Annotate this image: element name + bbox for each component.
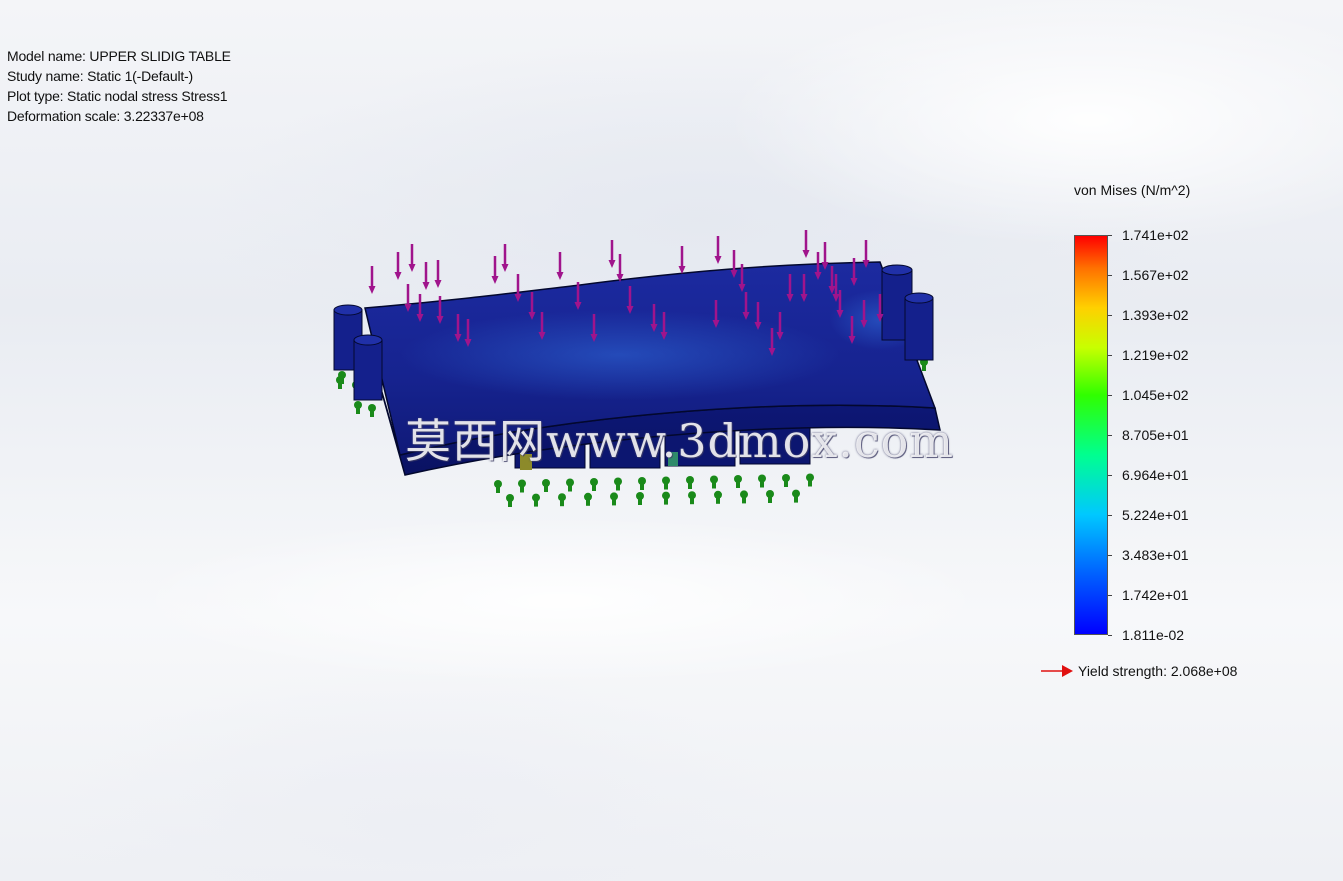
model-name-label: Model name: UPPER SLIDIG TABLE — [7, 48, 231, 64]
fixture-marker — [558, 493, 566, 507]
fixture-marker — [610, 492, 618, 506]
fixture-marker — [494, 480, 502, 493]
load-arrow — [616, 254, 624, 282]
load-arrow — [422, 262, 430, 290]
legend-title: von Mises (N/m^2) — [1074, 182, 1191, 198]
legend-tick-mark — [1108, 315, 1112, 316]
fixture-marker — [740, 490, 748, 504]
fixture-marker — [336, 376, 344, 389]
legend-tick-label: 1.742e+01 — [1122, 587, 1189, 603]
load-arrow — [434, 260, 442, 288]
fixture-marker — [614, 477, 622, 491]
study-info: Model name: UPPER SLIDIG TABLE Study nam… — [7, 46, 231, 126]
fixture-marker — [714, 490, 722, 504]
legend-tick-mark — [1108, 275, 1112, 276]
fixture-marker — [734, 475, 742, 488]
fixture-marker — [686, 476, 694, 489]
legend-tick-label: 1.741e+02 — [1122, 227, 1189, 243]
yield-arrow-icon — [1041, 665, 1073, 677]
fixture-marker — [662, 476, 670, 490]
fixture-marker — [532, 493, 540, 507]
legend-tick-mark — [1108, 235, 1112, 236]
legend-colorbar — [1074, 235, 1108, 635]
load-arrow — [678, 246, 686, 274]
load-arrow — [608, 240, 616, 268]
legend-tick-mark — [1108, 435, 1112, 436]
legend-tick-label: 3.483e+01 — [1122, 547, 1189, 563]
load-arrow — [714, 236, 722, 264]
plot-type-label: Plot type: Static nodal stress Stress1 — [7, 88, 228, 104]
fixture-marker — [758, 474, 766, 488]
fixture-marker — [542, 479, 550, 492]
fixture-marker — [368, 404, 376, 417]
legend-tick-mark — [1108, 355, 1112, 356]
legend-tick-label: 6.964e+01 — [1122, 467, 1189, 483]
deformation-scale-label: Deformation scale: 3.22337e+08 — [7, 108, 204, 124]
load-arrow — [394, 252, 402, 280]
legend-tick-mark — [1108, 475, 1112, 476]
legend-tick-mark — [1108, 555, 1112, 556]
stress-legend: von Mises (N/m^2) 1.741e+02 1.567e+02 1.39… — [1040, 180, 1270, 700]
load-arrow — [491, 256, 499, 284]
legend-tick-label: 1.567e+02 — [1122, 267, 1189, 283]
legend-tick-label: 8.705e+01 — [1122, 427, 1189, 443]
legend-tick-label: 1.811e-02 — [1122, 627, 1185, 643]
fixture-marker — [688, 491, 696, 505]
load-arrow — [408, 244, 416, 272]
stress-plot-model — [333, 230, 941, 507]
load-arrow — [802, 230, 810, 258]
fixture-marker — [506, 494, 514, 507]
yield-strength-marker: Yield strength: 2.068e+08 — [1040, 661, 1237, 681]
load-arrow — [556, 252, 564, 280]
fixture-marker — [584, 492, 592, 506]
legend-tick-mark — [1108, 515, 1112, 516]
legend-tick-mark — [1108, 595, 1112, 596]
legend-tick-mark — [1108, 635, 1112, 636]
fixture-marker — [792, 489, 800, 503]
fixture-marker — [590, 478, 598, 491]
fixture-marker — [662, 491, 670, 505]
fixture-marker — [354, 401, 362, 414]
study-name-label: Study name: Static 1(-Default-) — [7, 68, 193, 84]
fixture-marker — [806, 473, 814, 487]
legend-tick-mark — [1108, 395, 1112, 396]
fixture-marker — [782, 474, 790, 487]
yield-strength-label: Yield strength: 2.068e+08 — [1078, 663, 1238, 679]
fixture-marker — [766, 490, 774, 503]
fixture-marker — [638, 477, 646, 490]
fixture-marker — [710, 475, 718, 489]
load-arrow — [368, 266, 376, 294]
fixture-marker — [636, 492, 644, 505]
legend-tick-label: 1.219e+02 — [1122, 347, 1189, 363]
load-arrow — [501, 244, 509, 272]
fixture-marker — [566, 478, 574, 492]
legend-tick-label: 5.224e+01 — [1122, 507, 1189, 523]
legend-tick-label: 1.393e+02 — [1122, 307, 1189, 323]
legend-tick-label: 1.045e+02 — [1122, 387, 1189, 403]
model-viewport[interactable] — [320, 230, 960, 520]
fixture-marker — [518, 479, 526, 493]
